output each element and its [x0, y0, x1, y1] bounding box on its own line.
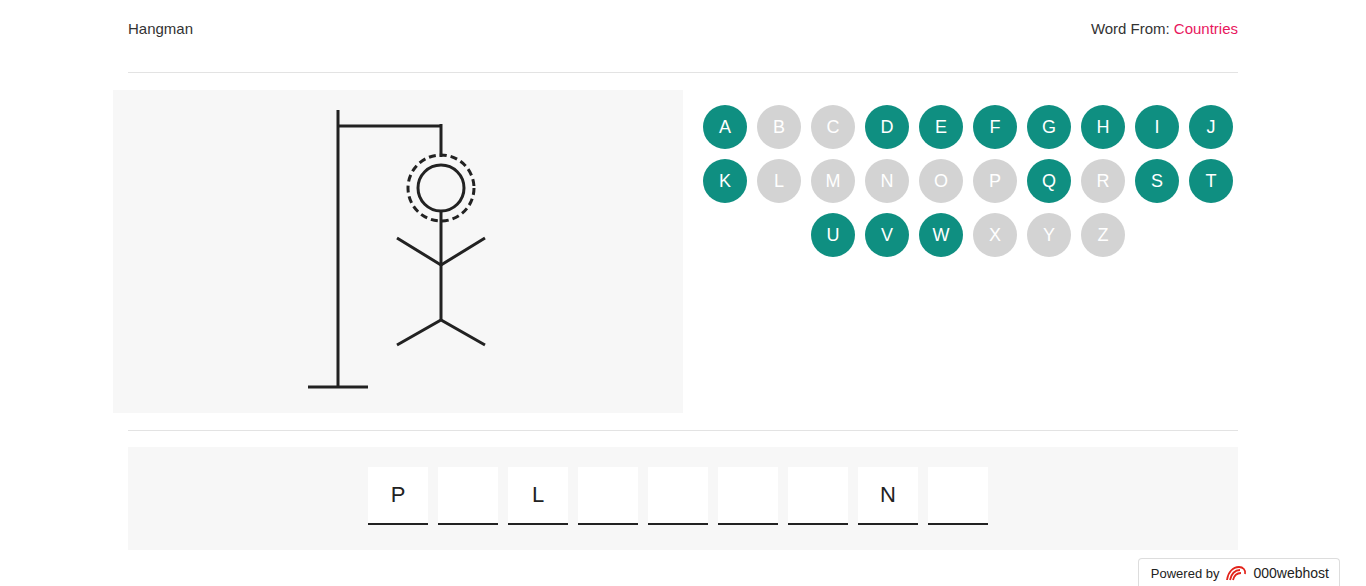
- drawing-panel: [113, 90, 683, 413]
- letter-button[interactable]: J: [1189, 105, 1233, 149]
- category: Word From:Countries: [1091, 20, 1238, 37]
- letter-button[interactable]: H: [1081, 105, 1125, 149]
- gallows-beam: [338, 125, 441, 128]
- letter-slot: [718, 467, 778, 525]
- letter-button: R: [1081, 159, 1125, 203]
- brand-name: 000webhost: [1253, 565, 1329, 581]
- word-panel: PLN: [128, 447, 1238, 550]
- letter-button[interactable]: F: [973, 105, 1017, 149]
- hosting-badge[interactable]: Powered by 000webhost: [1138, 558, 1340, 586]
- letter-button: N: [865, 159, 909, 203]
- letter-button: P: [973, 159, 1017, 203]
- letters-column: ABCDEFGHIJ KLMNOPQRST UVWXYZ: [683, 90, 1253, 413]
- letter-slot: P: [368, 467, 428, 525]
- divider: [128, 430, 1238, 431]
- letter-button[interactable]: W: [919, 213, 963, 257]
- webhost-logo-icon: [1225, 564, 1247, 582]
- letter-button[interactable]: Q: [1027, 159, 1071, 203]
- letter-grid: ABCDEFGHIJ KLMNOPQRST UVWXYZ: [698, 100, 1238, 262]
- letter-button[interactable]: D: [865, 105, 909, 149]
- gallows-rope: [440, 124, 443, 157]
- powered-by-text: Powered by: [1151, 566, 1220, 581]
- letter-button[interactable]: T: [1189, 159, 1233, 203]
- head: [418, 165, 464, 211]
- gallows-pole: [337, 110, 340, 387]
- letter-button[interactable]: G: [1027, 105, 1071, 149]
- hangman-drawing: [113, 90, 683, 413]
- letter-button[interactable]: I: [1135, 105, 1179, 149]
- letter-button: B: [757, 105, 801, 149]
- main-row: ABCDEFGHIJ KLMNOPQRST UVWXYZ: [113, 90, 1253, 413]
- letter-slot: [578, 467, 638, 525]
- letter-button: Y: [1027, 213, 1071, 257]
- category-name: Countries: [1174, 20, 1238, 37]
- letter-button[interactable]: V: [865, 213, 909, 257]
- category-label: Word From:: [1091, 20, 1170, 37]
- app-title: Hangman: [128, 20, 193, 37]
- letter-slot: [928, 467, 988, 525]
- letter-button: Z: [1081, 213, 1125, 257]
- letter-button[interactable]: S: [1135, 159, 1179, 203]
- letter-button: O: [919, 159, 963, 203]
- header: Hangman Word From:Countries: [128, 0, 1238, 73]
- letter-button: X: [973, 213, 1017, 257]
- letter-slot: L: [508, 467, 568, 525]
- letter-button: M: [811, 159, 855, 203]
- page: HangmanWord From:CountriesABCDEFGHIJKLMN…: [113, 0, 1253, 550]
- letter-button[interactable]: A: [703, 105, 747, 149]
- letter-slot: [788, 467, 848, 525]
- letter-button[interactable]: K: [703, 159, 747, 203]
- arms: [397, 238, 485, 265]
- letter-slot: [438, 467, 498, 525]
- letter-slot: N: [858, 467, 918, 525]
- letter-button: C: [811, 105, 855, 149]
- letter-button: L: [757, 159, 801, 203]
- letter-button[interactable]: U: [811, 213, 855, 257]
- legs: [397, 320, 485, 345]
- letter-button[interactable]: E: [919, 105, 963, 149]
- letter-slot: [648, 467, 708, 525]
